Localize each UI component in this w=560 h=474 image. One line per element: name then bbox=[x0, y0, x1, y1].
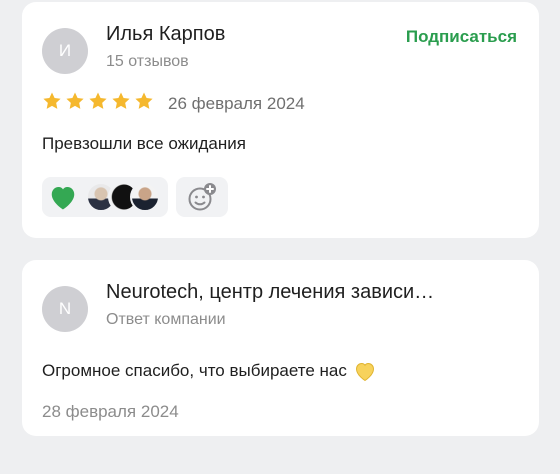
subscribe-button[interactable]: Подписаться bbox=[406, 27, 517, 47]
company-name[interactable]: Neurotech, центр лечения зависи… bbox=[106, 281, 434, 304]
review-card: И Илья Карпов 15 отзывов Подписаться 26 … bbox=[22, 2, 539, 238]
star-icon bbox=[135, 92, 153, 109]
add-reaction-button[interactable] bbox=[176, 177, 228, 217]
star-icon bbox=[112, 92, 130, 109]
reactor-avatar bbox=[130, 182, 160, 212]
green-heart-icon bbox=[51, 187, 75, 210]
author-avatar[interactable]: И bbox=[42, 28, 88, 74]
company-reply-label: Ответ компании bbox=[106, 311, 226, 328]
star-icon bbox=[43, 92, 61, 109]
reply-text: Огромное спасибо, что выбираете нас bbox=[42, 361, 347, 380]
reactions-bar bbox=[42, 177, 228, 217]
review-date: 26 февраля 2024 bbox=[168, 94, 305, 113]
author-reviews-count: 15 отзывов bbox=[106, 53, 189, 70]
reaction-summary-button[interactable] bbox=[42, 177, 168, 217]
company-reply-card: N Neurotech, центр лечения зависи… Ответ… bbox=[22, 260, 539, 436]
company-avatar[interactable]: N bbox=[42, 286, 88, 332]
reactor-avatars bbox=[86, 182, 160, 212]
add-reaction-icon bbox=[188, 183, 216, 211]
rating-stars bbox=[42, 91, 154, 111]
yellow-heart-icon bbox=[355, 362, 374, 382]
reply-date: 28 февраля 2024 bbox=[42, 402, 179, 421]
reply-text-row: Огромное спасибо, что выбираете нас bbox=[42, 360, 377, 382]
review-text: Превзошли все ожидания bbox=[42, 134, 246, 153]
star-icon bbox=[66, 92, 84, 109]
author-name[interactable]: Илья Карпов bbox=[106, 23, 225, 46]
star-icon bbox=[89, 92, 107, 109]
